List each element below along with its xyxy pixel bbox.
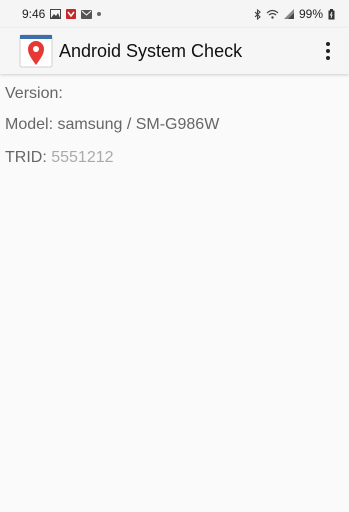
app-title: Android System Check bbox=[59, 40, 243, 61]
app-bar: Android System Check bbox=[0, 28, 349, 74]
battery-percent: 99% bbox=[298, 7, 323, 21]
info-content: Version: Model: samsung / SM-G986W TRID:… bbox=[5, 84, 219, 168]
dot-icon bbox=[97, 12, 102, 16]
app-icon bbox=[66, 9, 77, 19]
wifi-icon bbox=[266, 9, 279, 19]
version-label: Version: bbox=[5, 85, 63, 102]
trid-value: 5551212 bbox=[51, 149, 114, 166]
status-time: 9:46 bbox=[22, 7, 46, 21]
status-bar: 9:46 99% bbox=[0, 0, 349, 28]
status-right: 99% bbox=[254, 7, 335, 21]
mail-icon bbox=[81, 9, 93, 19]
image-icon bbox=[50, 9, 62, 19]
trid-label: TRID: bbox=[5, 149, 47, 166]
status-left: 9:46 bbox=[22, 7, 102, 21]
trid-row: TRID: 5551212 bbox=[5, 148, 219, 168]
overflow-menu-button[interactable] bbox=[313, 31, 343, 71]
overflow-menu-icon bbox=[326, 42, 330, 46]
version-row: Version: bbox=[5, 84, 219, 104]
battery-icon bbox=[328, 8, 335, 20]
model-row: Model: samsung / SM-G986W bbox=[5, 115, 219, 135]
signal-icon bbox=[283, 9, 294, 19]
map-pin-icon bbox=[19, 34, 53, 68]
bluetooth-icon bbox=[254, 8, 261, 20]
model-text: Model: samsung / SM-G986W bbox=[5, 116, 220, 133]
